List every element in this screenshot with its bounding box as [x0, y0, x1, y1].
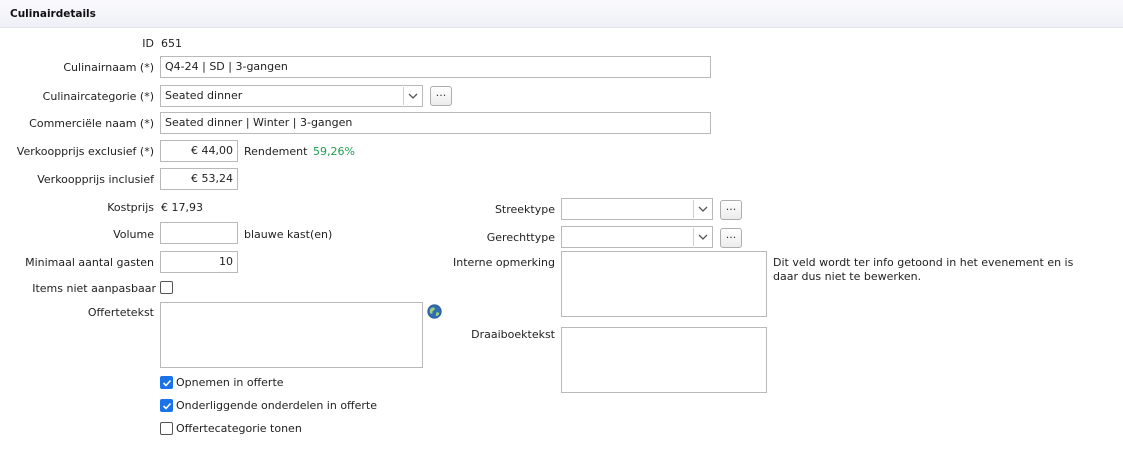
verkoopprijs-exclusief-input[interactable]: € 44,00	[160, 140, 238, 162]
id-value: 651	[161, 37, 182, 50]
offertetekst-textarea[interactable]	[160, 302, 423, 368]
offertecategorie-tonen-label: Offertecategorie tonen	[176, 422, 302, 435]
min-gasten-label: Minimaal aantal gasten	[25, 256, 154, 269]
culinaircategorie-more-button[interactable]: ...	[430, 86, 452, 106]
onderliggende-onderdelen-label: Onderliggende onderdelen in offerte	[176, 399, 377, 412]
opnemen-in-offerte-label: Opnemen in offerte	[176, 376, 284, 389]
culinaircategorie-label: Culinaircategorie (*)	[42, 90, 154, 103]
verkoopprijs-inclusief-input[interactable]: € 53,24	[160, 168, 238, 190]
items-niet-aanpasbaar-label: Items niet aanpasbaar	[32, 282, 156, 295]
chevron-down-icon[interactable]	[693, 200, 711, 218]
gerechttype-more-button[interactable]: ...	[720, 228, 742, 248]
check-icon	[162, 379, 172, 387]
culinaircategorie-select[interactable]: Seated dinner	[160, 85, 423, 107]
draaiboektekst-textarea[interactable]	[561, 327, 767, 393]
interne-opmerking-note-line2: daar dus niet te bewerken.	[773, 270, 922, 283]
interne-opmerking-label: Interne opmerking	[453, 256, 555, 269]
volume-unit: blauwe kast(en)	[244, 228, 333, 241]
items-niet-aanpasbaar-checkbox[interactable]	[160, 281, 173, 294]
culinairnaam-input[interactable]: Q4-24 | SD | 3-gangen	[160, 56, 711, 78]
chevron-down-icon[interactable]	[403, 87, 421, 105]
opnemen-in-offerte-checkbox[interactable]	[160, 376, 173, 389]
id-label: ID	[142, 37, 154, 50]
gerechttype-label: Gerechttype	[486, 231, 555, 244]
interne-opmerking-note-line1: Dit veld wordt ter info getoond in het e…	[773, 256, 1074, 269]
offertetekst-label: Offertetekst	[87, 306, 154, 319]
kostprijs-label: Kostprijs	[107, 201, 154, 214]
chevron-down-icon[interactable]	[693, 228, 711, 246]
rendement-label: Rendement	[244, 145, 308, 158]
commerciele-naam-input[interactable]: Seated dinner | Winter | 3-gangen	[160, 112, 711, 134]
offertecategorie-tonen-checkbox[interactable]	[160, 422, 173, 435]
streektype-more-button[interactable]: ...	[720, 200, 742, 220]
verkoopprijs-exclusief-label: Verkoopprijs exclusief (*)	[16, 145, 154, 158]
kostprijs-value: € 17,93	[161, 201, 203, 214]
rendement-value: 59,26%	[313, 145, 355, 158]
globe-icon[interactable]	[427, 304, 442, 319]
onderliggende-onderdelen-checkbox[interactable]	[160, 399, 173, 412]
commerciele-naam-label: Commerciële naam (*)	[29, 117, 154, 130]
verkoopprijs-inclusief-label: Verkoopprijs inclusief	[37, 173, 154, 186]
culinaircategorie-value: Seated dinner	[165, 89, 243, 102]
check-icon	[162, 402, 172, 410]
volume-input[interactable]	[160, 222, 238, 244]
draaiboektekst-label: Draaiboektekst	[471, 328, 555, 341]
min-gasten-input[interactable]: 10	[160, 251, 238, 273]
section-title: Culinairdetails	[10, 8, 96, 20]
streektype-label: Streektype	[494, 203, 555, 216]
gerechttype-select[interactable]	[561, 226, 713, 248]
interne-opmerking-textarea[interactable]	[561, 251, 767, 317]
culinairnaam-label: Culinairnaam (*)	[63, 61, 154, 74]
streektype-select[interactable]	[561, 198, 713, 220]
section-header: Culinairdetails	[0, 0, 1123, 28]
volume-label: Volume	[113, 228, 154, 241]
